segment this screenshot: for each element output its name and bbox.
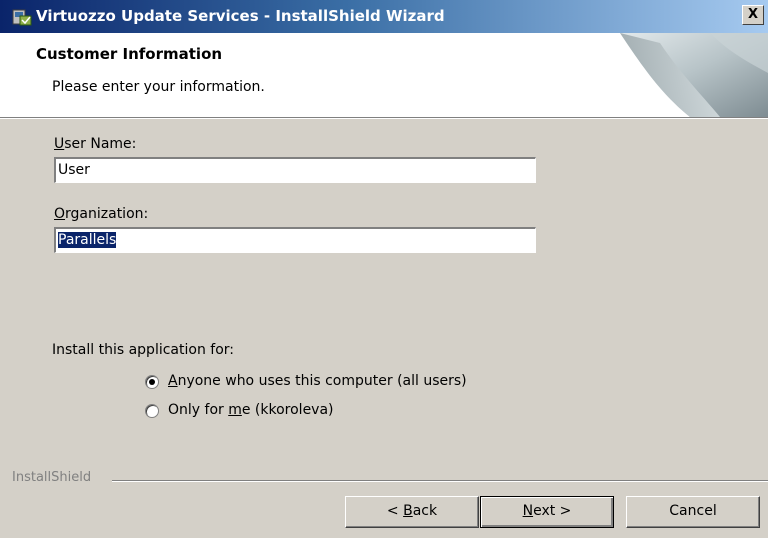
back-button[interactable]: < Back xyxy=(345,496,479,528)
page-subtitle: Please enter your information. xyxy=(52,79,265,95)
page-title: Customer Information xyxy=(36,45,223,63)
header-banner: Customer Information Please enter your i… xyxy=(0,33,768,117)
organization-field[interactable]: Parallels xyxy=(54,227,536,253)
installshield-wizard-window: Virtuozzo Update Services - InstallShiel… xyxy=(0,0,768,538)
next-button[interactable]: Next > xyxy=(480,496,614,528)
window-title: Virtuozzo Update Services - InstallShiel… xyxy=(36,7,445,25)
page-curl-graphic xyxy=(600,33,768,117)
user-name-value: User xyxy=(58,162,90,178)
user-name-field[interactable]: User xyxy=(54,157,536,183)
organization-label: Organization: xyxy=(54,206,149,222)
header-divider xyxy=(0,117,768,119)
installshield-brand: InstallShield xyxy=(12,470,92,485)
footer-divider xyxy=(112,480,768,482)
option-all-users-label[interactable]: Anyone who uses this computer (all users… xyxy=(168,373,467,389)
close-icon: X xyxy=(747,7,759,22)
installer-icon xyxy=(12,9,32,26)
title-bar[interactable]: Virtuozzo Update Services - InstallShiel… xyxy=(0,0,768,33)
radio-all-users[interactable] xyxy=(145,375,159,389)
install-for-label: Install this application for: xyxy=(52,342,234,358)
user-name-label: User Name: xyxy=(54,136,137,152)
close-button[interactable]: X xyxy=(742,5,764,25)
radio-only-for-me[interactable] xyxy=(145,404,159,418)
option-only-for-me-label[interactable]: Only for me (kkoroleva) xyxy=(168,402,334,418)
cancel-button[interactable]: Cancel xyxy=(626,496,760,528)
organization-value: Parallels xyxy=(58,232,117,248)
